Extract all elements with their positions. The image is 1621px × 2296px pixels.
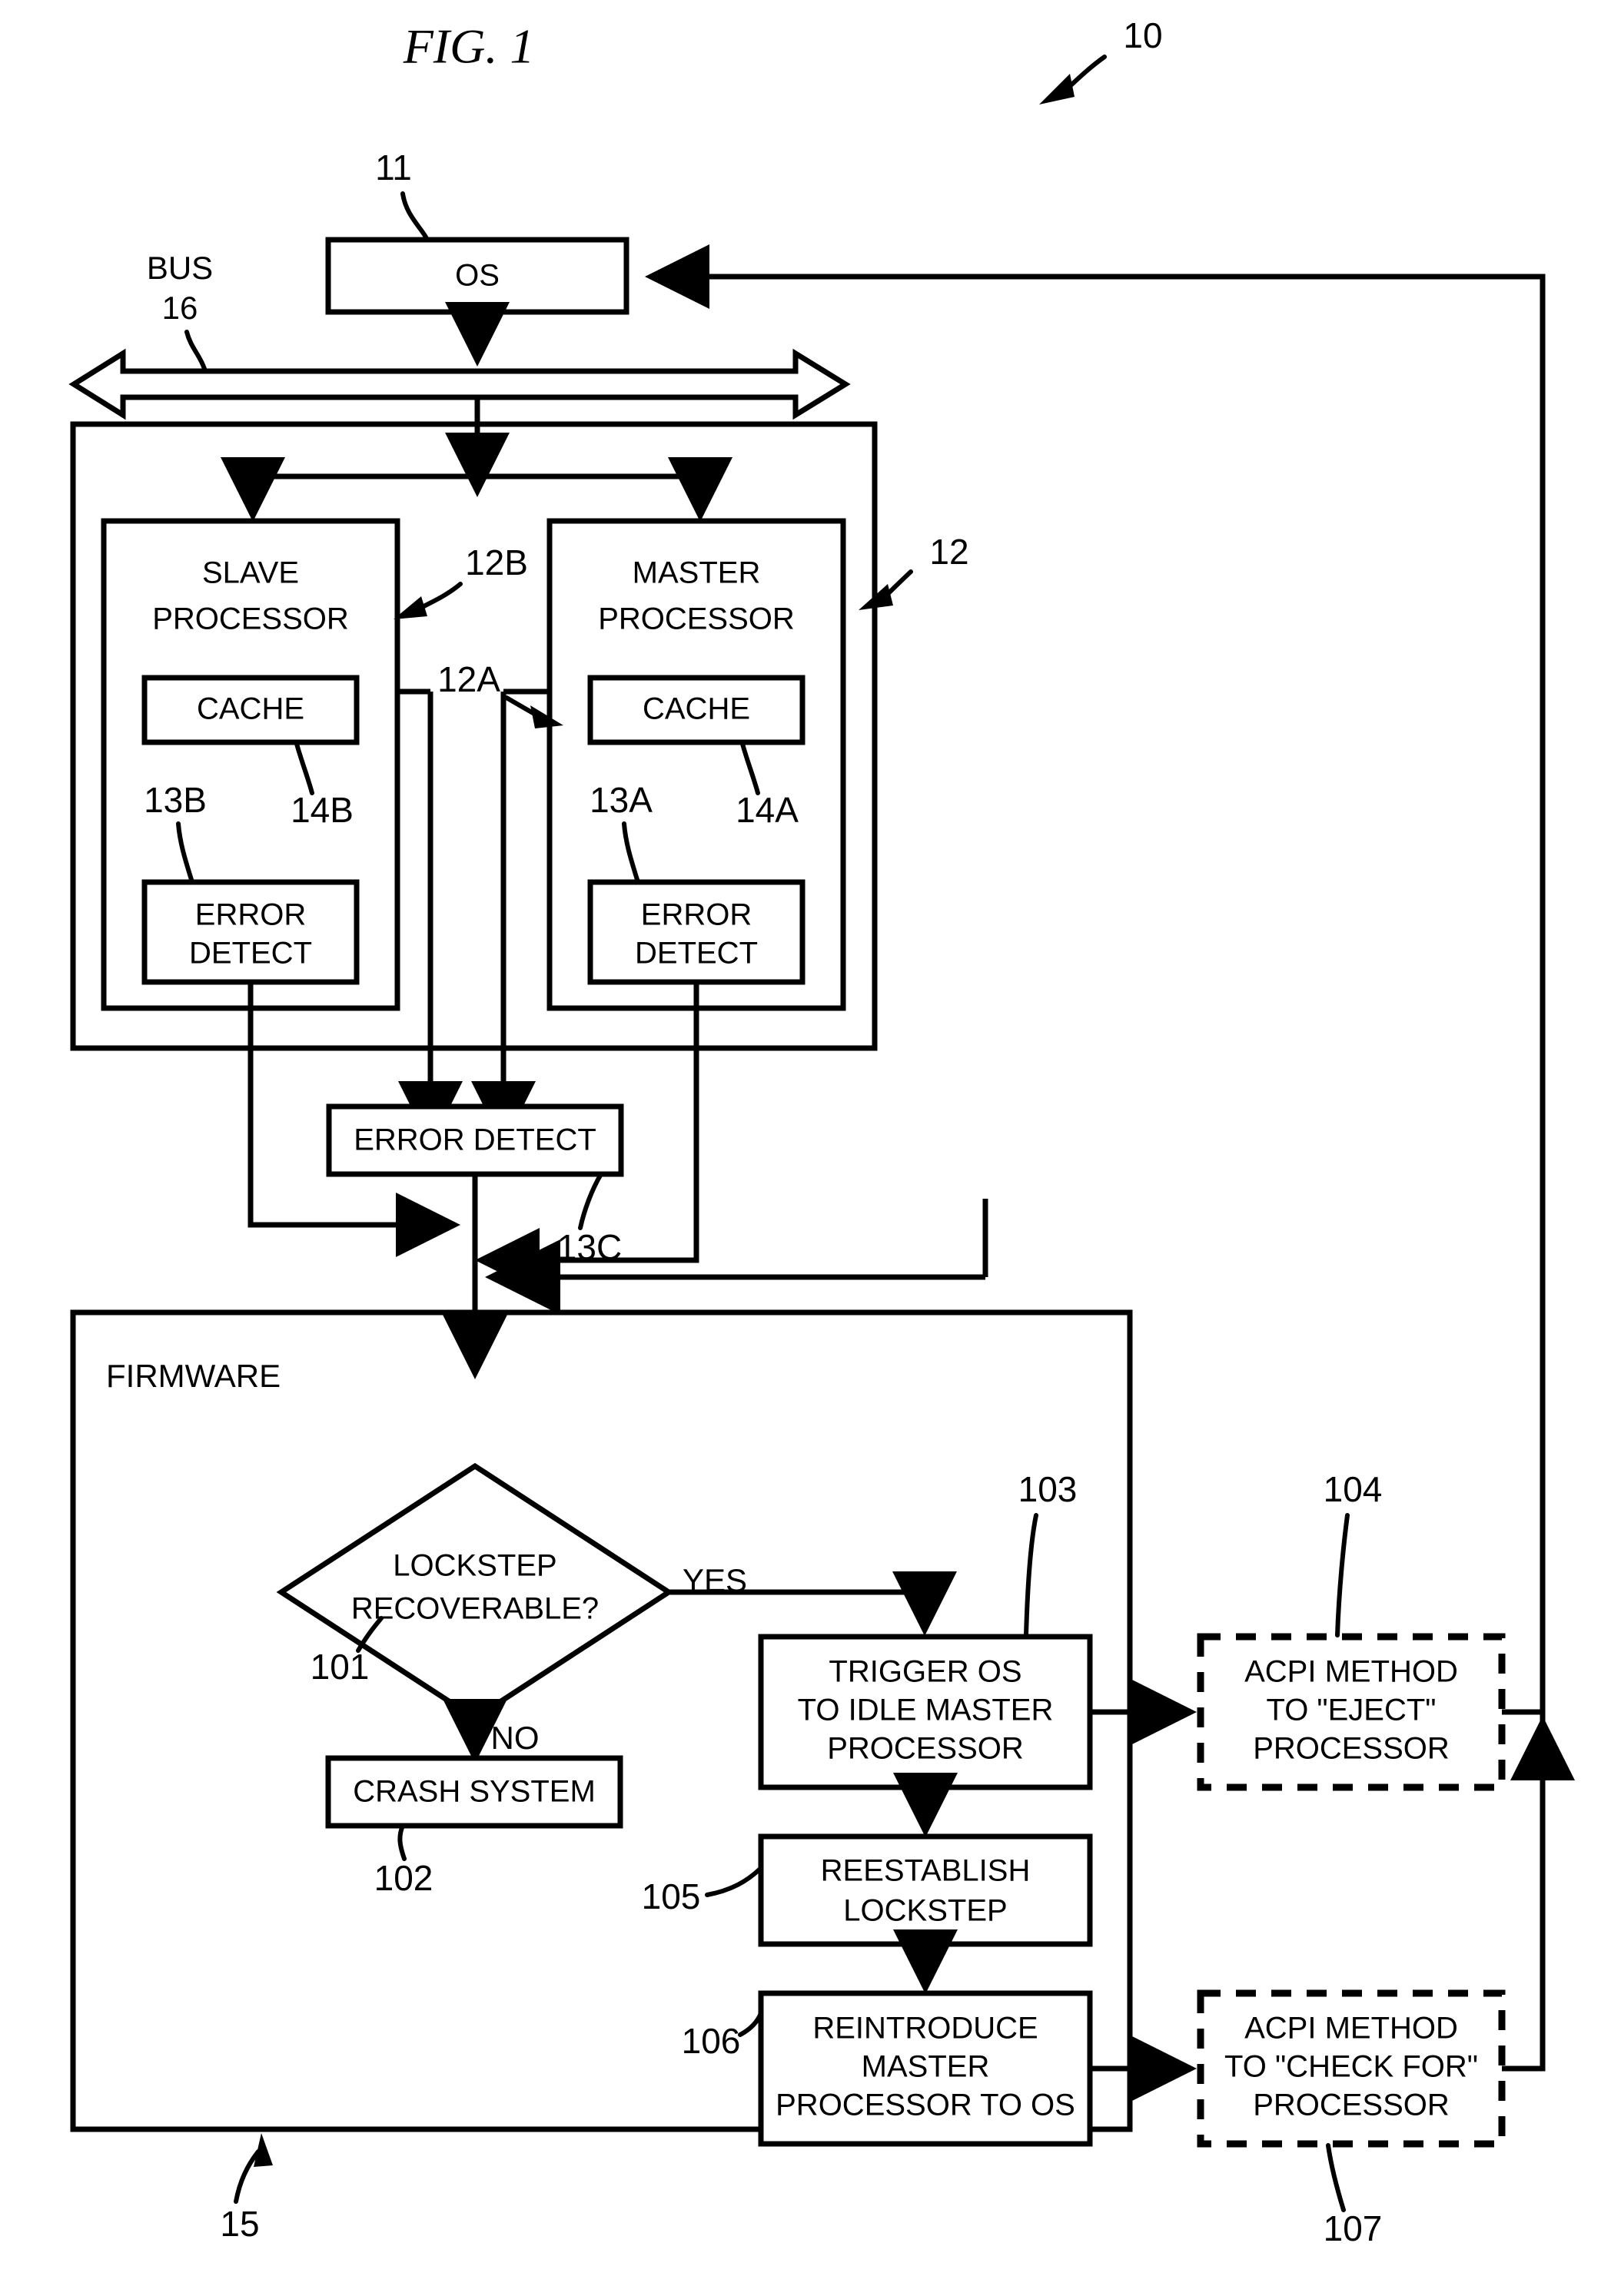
ref-13C: 13C [557,1227,622,1267]
leader-10 [1066,55,1107,90]
acpi-check-line3: PROCESSOR [1253,2089,1450,2122]
slave-error-detect-line2: DETECT [189,937,312,970]
ref-107: 107 [1324,2208,1383,2248]
reestablish-line1: REESTABLISH [821,1854,1031,1888]
ref-10: 10 [1123,15,1162,55]
leader-15-arrowhead [254,2133,273,2167]
slave-processor-label-line1: SLAVE [202,556,299,590]
bus-double-arrow [68,348,851,420]
leader-15 [234,2149,261,2204]
os-label: OS [455,259,500,293]
ref-12B: 12B [465,542,528,582]
leader-102 [397,1823,407,1861]
slave-processor-label-line2: PROCESSOR [152,602,349,636]
ref-105: 105 [642,1876,701,1916]
ref-12A: 12A [437,659,500,699]
reestablish-lockstep-box [758,1833,1093,1947]
bus-ref: 16 [162,290,198,326]
shared-error-detect-label: ERROR DETECT [354,1123,596,1157]
acpi-eject-line1: ACPI METHOD [1244,1655,1458,1689]
reestablish-line2: LOCKSTEP [843,1894,1007,1928]
acpi-eject-line2: TO "EJECT" [1266,1694,1436,1727]
reintroduce-line2: MASTER [862,2050,990,2084]
acpi-check-line1: ACPI METHOD [1244,2012,1458,2045]
acpi-check-line2: TO "CHECK FOR" [1224,2050,1478,2084]
leader-10-arrowhead [1039,74,1075,105]
trigger-os-line1: TRIGGER OS [829,1655,1021,1689]
edge-slave-ed-to-firmware [247,982,460,1257]
ref-101: 101 [311,1647,370,1687]
leader-103 [1024,1513,1038,1637]
patent-figure-page: FIG. 1 10 11 OS BUS 16 12 SLAVE PROCESSO… [0,0,1621,2296]
leader-107 [1326,2143,1346,2212]
leader-105 [705,1866,762,1897]
ref-12: 12 [929,532,968,572]
reintroduce-line3: PROCESSOR TO OS [776,2089,1075,2122]
ref-104: 104 [1324,1469,1383,1509]
leader-11 [400,191,430,242]
figure-1-diagram: FIG. 1 10 11 OS BUS 16 12 SLAVE PROCESSO… [68,15,1575,2248]
trigger-os-line2: TO IDLE MASTER [798,1694,1054,1727]
ref-14B: 14B [291,790,354,830]
figure-title: FIG. 1 [403,19,535,74]
leader-16 [184,330,207,371]
master-error-detect-line1: ERROR [641,898,752,932]
firmware-label: FIRMWARE [106,1358,281,1394]
ref-11: 11 [375,148,412,187]
master-processor-label-line1: MASTER [633,556,761,590]
acpi-eject-line3: PROCESSOR [1253,1732,1450,1766]
slave-error-detect-line1: ERROR [195,898,306,932]
reintroduce-line1: REINTRODUCE [812,2012,1038,2045]
master-processor-label-line2: PROCESSOR [598,602,795,636]
slave-cache-label: CACHE [197,692,304,726]
ref-103: 103 [1018,1469,1078,1509]
decision-label-line2: RECOVERABLE? [351,1592,599,1626]
ref-14A: 14A [736,790,799,830]
ref-15: 15 [220,2204,259,2244]
leader-12B [417,582,463,611]
leader-106 [738,2011,763,2037]
bus-label: BUS [147,250,213,286]
leader-104 [1335,1513,1350,1637]
ref-13A: 13A [590,780,653,820]
leader-13C [578,1172,603,1230]
ref-13B: 13B [144,780,207,820]
master-cache-label: CACHE [643,692,750,726]
ref-102: 102 [374,1858,433,1898]
master-error-detect-line2: DETECT [635,937,758,970]
branch-label-no: NO [491,1720,540,1756]
trigger-os-line3: PROCESSOR [827,1732,1024,1766]
crash-system-label: CRASH SYSTEM [353,1775,596,1809]
decision-label-line1: LOCKSTEP [393,1549,556,1583]
ref-106: 106 [682,2021,741,2061]
